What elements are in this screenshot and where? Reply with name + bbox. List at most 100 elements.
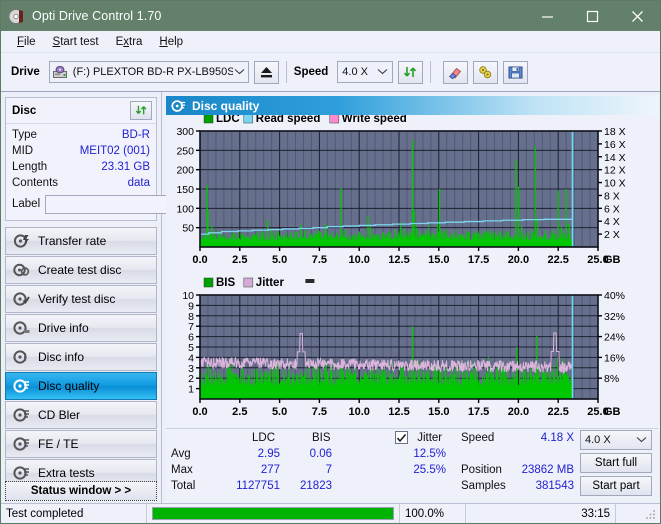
disc-row-mid: MID MEIT02 (001) (12, 143, 150, 159)
svg-text:LDC: LDC (216, 115, 240, 125)
svg-text:6: 6 (188, 332, 194, 344)
stats-jitter-avg: 12.5% (413, 448, 446, 460)
sidebar-item-create-test-disc[interactable]: Create test disc (5, 256, 157, 284)
disc-row-key: MID (12, 145, 34, 157)
erase-button[interactable] (443, 60, 469, 84)
status-window-button[interactable]: Status window > > (5, 481, 157, 501)
svg-text:100: 100 (176, 203, 194, 215)
svg-text:GB: GB (604, 406, 621, 418)
svg-text:250: 250 (176, 145, 194, 157)
drive-select[interactable]: (F:) PLEXTOR BD-R PX-LB950SA 1.06 (48, 61, 249, 83)
svg-text:10: 10 (182, 290, 194, 302)
disc-row-key: Contents (12, 177, 59, 189)
svg-text:0.0: 0.0 (192, 254, 207, 266)
svg-text:Read speed: Read speed (256, 115, 321, 125)
stats-bis-max: 7 (325, 464, 332, 476)
sidebar-item-drive-info[interactable]: Drive info (5, 314, 157, 342)
svg-text:8 X: 8 X (604, 190, 620, 202)
speed-select[interactable]: 4.0 X (337, 61, 394, 83)
refresh-button[interactable] (398, 60, 424, 84)
jitter-checkbox[interactable] (395, 431, 408, 444)
minimize-button[interactable] (525, 1, 570, 31)
stats-col-ldc: LDC (252, 432, 276, 444)
close-button[interactable] (615, 1, 660, 31)
svg-text:7: 7 (188, 321, 194, 333)
chevron-down-icon[interactable] (633, 435, 649, 445)
sidebar-item-label: Transfer rate (38, 234, 107, 248)
disc-refresh-button[interactable] (130, 101, 152, 120)
menu-help[interactable]: Help (151, 34, 192, 50)
charts-area: 50 100 150 200 250 300 2 X4 X6 X8 X 10 X 12 X 14 … (166, 115, 658, 428)
sidebar-item-transfer-rate[interactable]: Transfer rate (5, 227, 157, 255)
stats-jitter-max: 25.5% (413, 464, 446, 476)
nav-list: Transfer rate Create test disc Verify te… (5, 227, 157, 487)
stats-ldc-avg: 2.95 (257, 448, 280, 460)
svg-text:17.5: 17.5 (468, 406, 489, 418)
progress-bar (152, 507, 394, 520)
svg-text:2.5: 2.5 (232, 254, 247, 266)
sidebar-item-label: Create test disc (38, 263, 122, 277)
svg-text:3: 3 (188, 363, 194, 375)
svg-text:Jitter: Jitter (256, 277, 285, 289)
disc-panel-title: Disc (12, 104, 37, 117)
start-full-button[interactable]: Start full (580, 453, 652, 473)
sidebar-item-disc-info[interactable]: Disc info (5, 343, 157, 371)
disc-quality-icon (171, 99, 186, 113)
sidebar-item-label: Drive info (38, 321, 89, 335)
stats-row-total: Total (171, 480, 196, 492)
svg-text:Write speed: Write speed (342, 115, 407, 125)
drive-icon (52, 65, 68, 79)
sidebar-item-label: Verify test disc (38, 292, 116, 306)
stats-speed-select[interactable]: 4.0 X (580, 430, 652, 450)
disc-label-key: Label (12, 198, 41, 210)
main-body: Disc Type BD-R MID MEIT02 (001) Length 2… (1, 92, 660, 505)
save-button[interactable] (503, 60, 529, 84)
sidebar-item-cd-bler[interactable]: CD Bler (5, 401, 157, 429)
toolbar: Drive (F:) PLEXTOR BD-R PX-LB950SA 1.06 (1, 53, 660, 92)
elapsed-time: 33:15 (466, 503, 616, 523)
chevron-down-icon[interactable] (233, 67, 246, 77)
menu-start-test[interactable]: Start test (45, 34, 108, 50)
sidebar-item-label: Disc info (38, 350, 85, 364)
stats-speed-label: Speed (461, 432, 495, 444)
disc-fete-icon (13, 436, 30, 452)
menu-file[interactable]: File (9, 34, 45, 50)
svg-text:10.0: 10.0 (348, 254, 369, 266)
sidebar-item-label: Disc quality (38, 379, 100, 393)
stats-bis-avg: 0.06 (309, 448, 332, 460)
svg-text:50: 50 (182, 223, 194, 235)
sidebar-item-disc-quality[interactable]: Disc quality (5, 372, 157, 400)
svg-text:12.5: 12.5 (388, 254, 409, 266)
svg-text:40%: 40% (604, 290, 625, 302)
sidebar-item-verify-test-disc[interactable]: Verify test disc (5, 285, 157, 313)
sidebar-item-fe-te[interactable]: FE / TE (5, 430, 157, 458)
disc-row-value: BD-R (121, 129, 150, 141)
resize-grip-icon[interactable] (645, 508, 657, 520)
tools-button[interactable] (473, 60, 499, 84)
speed-label: Speed (293, 66, 329, 78)
progress-bar-fill (153, 508, 393, 519)
stats-samples-label: Samples (461, 480, 506, 492)
svg-text:150: 150 (176, 184, 194, 196)
jitter-toggle[interactable]: Jitter (395, 431, 442, 444)
svg-text:32%: 32% (604, 311, 625, 323)
sidebar-item-label: Extra tests (38, 466, 95, 480)
menu-extra[interactable]: Extra (108, 34, 152, 50)
svg-text:15.0: 15.0 (428, 254, 449, 266)
eject-button[interactable] (253, 60, 279, 84)
svg-text:4 X: 4 X (604, 216, 620, 228)
jitter-label: Jitter (417, 431, 443, 444)
app-icon (8, 8, 25, 25)
svg-text:2: 2 (188, 373, 194, 385)
stats-row-avg: Avg (171, 448, 191, 460)
svg-text:10.0: 10.0 (348, 406, 369, 418)
svg-text:200: 200 (176, 165, 194, 177)
stats-speed-value: 4.18 X (540, 432, 574, 444)
maximize-button[interactable] (570, 1, 615, 31)
start-part-button[interactable]: Start part (580, 476, 652, 496)
disc-bler-icon (13, 407, 30, 423)
chevron-down-icon[interactable] (374, 67, 390, 77)
svg-text:0.0: 0.0 (192, 406, 207, 418)
section-title: Disc quality (192, 98, 260, 113)
disc-speed-icon (13, 233, 30, 249)
